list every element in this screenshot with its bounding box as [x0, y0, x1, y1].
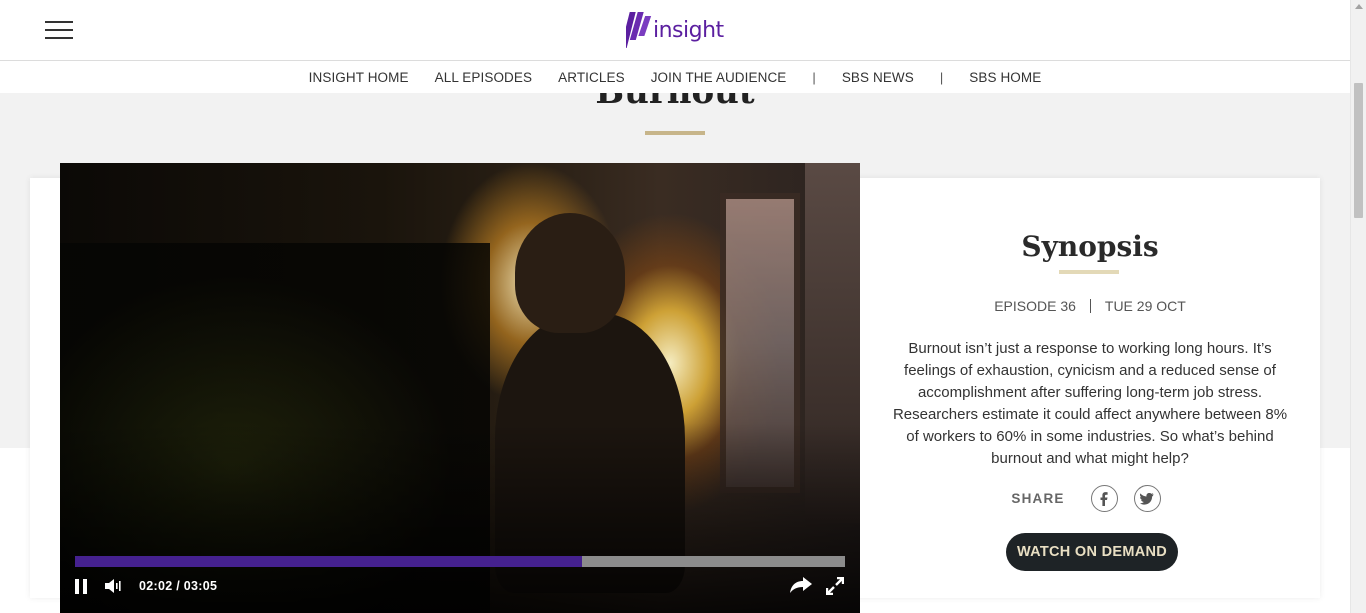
main-nav: INSIGHT HOME ALL EPISODES ARTICLES JOIN …: [0, 61, 1350, 93]
meta-divider: [1089, 299, 1091, 313]
share-arrow-icon[interactable]: [789, 575, 813, 595]
video-player[interactable]: 02:02 / 03:05: [60, 163, 860, 613]
sbs-wave-logo-icon: [626, 12, 652, 48]
nav-sbs-news[interactable]: SBS NEWS: [842, 70, 914, 85]
share-label: SHARE: [1011, 491, 1065, 506]
nav-separator: |: [812, 69, 816, 85]
scroll-up-arrow-icon[interactable]: [1355, 4, 1363, 9]
episode-meta: EPISODE 36 TUE 29 OCT: [860, 298, 1320, 314]
nav-all-episodes[interactable]: ALL EPISODES: [435, 70, 533, 85]
share-row: SHARE: [860, 485, 1320, 512]
twitter-icon[interactable]: [1133, 485, 1161, 512]
synopsis-panel: Synopsis EPISODE 36 TUE 29 OCT Burnout i…: [860, 178, 1320, 598]
facebook-icon[interactable]: [1090, 485, 1118, 512]
hamburger-menu-icon[interactable]: [45, 21, 73, 41]
page-scrollbar[interactable]: [1350, 0, 1366, 613]
scroll-thumb[interactable]: [1354, 83, 1363, 218]
synopsis-title: Synopsis: [1021, 230, 1159, 263]
video-time: 02:02 / 03:05: [139, 579, 218, 593]
synopsis-underline: [1059, 270, 1119, 274]
watch-on-demand-button[interactable]: WATCH ON DEMAND: [1006, 533, 1178, 571]
video-frame: [60, 163, 860, 613]
video-progress-bar[interactable]: [75, 556, 845, 567]
pause-icon[interactable]: [72, 577, 90, 595]
site-header: insight: [0, 0, 1350, 61]
nav-insight-home[interactable]: INSIGHT HOME: [309, 70, 409, 85]
video-progress-fill: [75, 556, 583, 567]
nav-separator: |: [939, 69, 944, 85]
episode-number: EPISODE 36: [994, 298, 1076, 314]
nav-join-the-audience[interactable]: JOIN THE AUDIENCE: [651, 70, 787, 85]
nav-articles[interactable]: ARTICLES: [558, 70, 625, 85]
volume-icon[interactable]: [103, 577, 123, 595]
episode-date: TUE 29 OCT: [1104, 298, 1186, 314]
nav-sbs-home[interactable]: SBS HOME: [969, 70, 1041, 85]
sbs-insight-logo[interactable]: insight: [626, 9, 724, 51]
title-underline: [645, 131, 705, 135]
synopsis-description: Burnout isn’t just a response to working…: [892, 340, 1288, 467]
fullscreen-icon[interactable]: [824, 575, 846, 597]
logo-text: insight: [653, 17, 724, 43]
